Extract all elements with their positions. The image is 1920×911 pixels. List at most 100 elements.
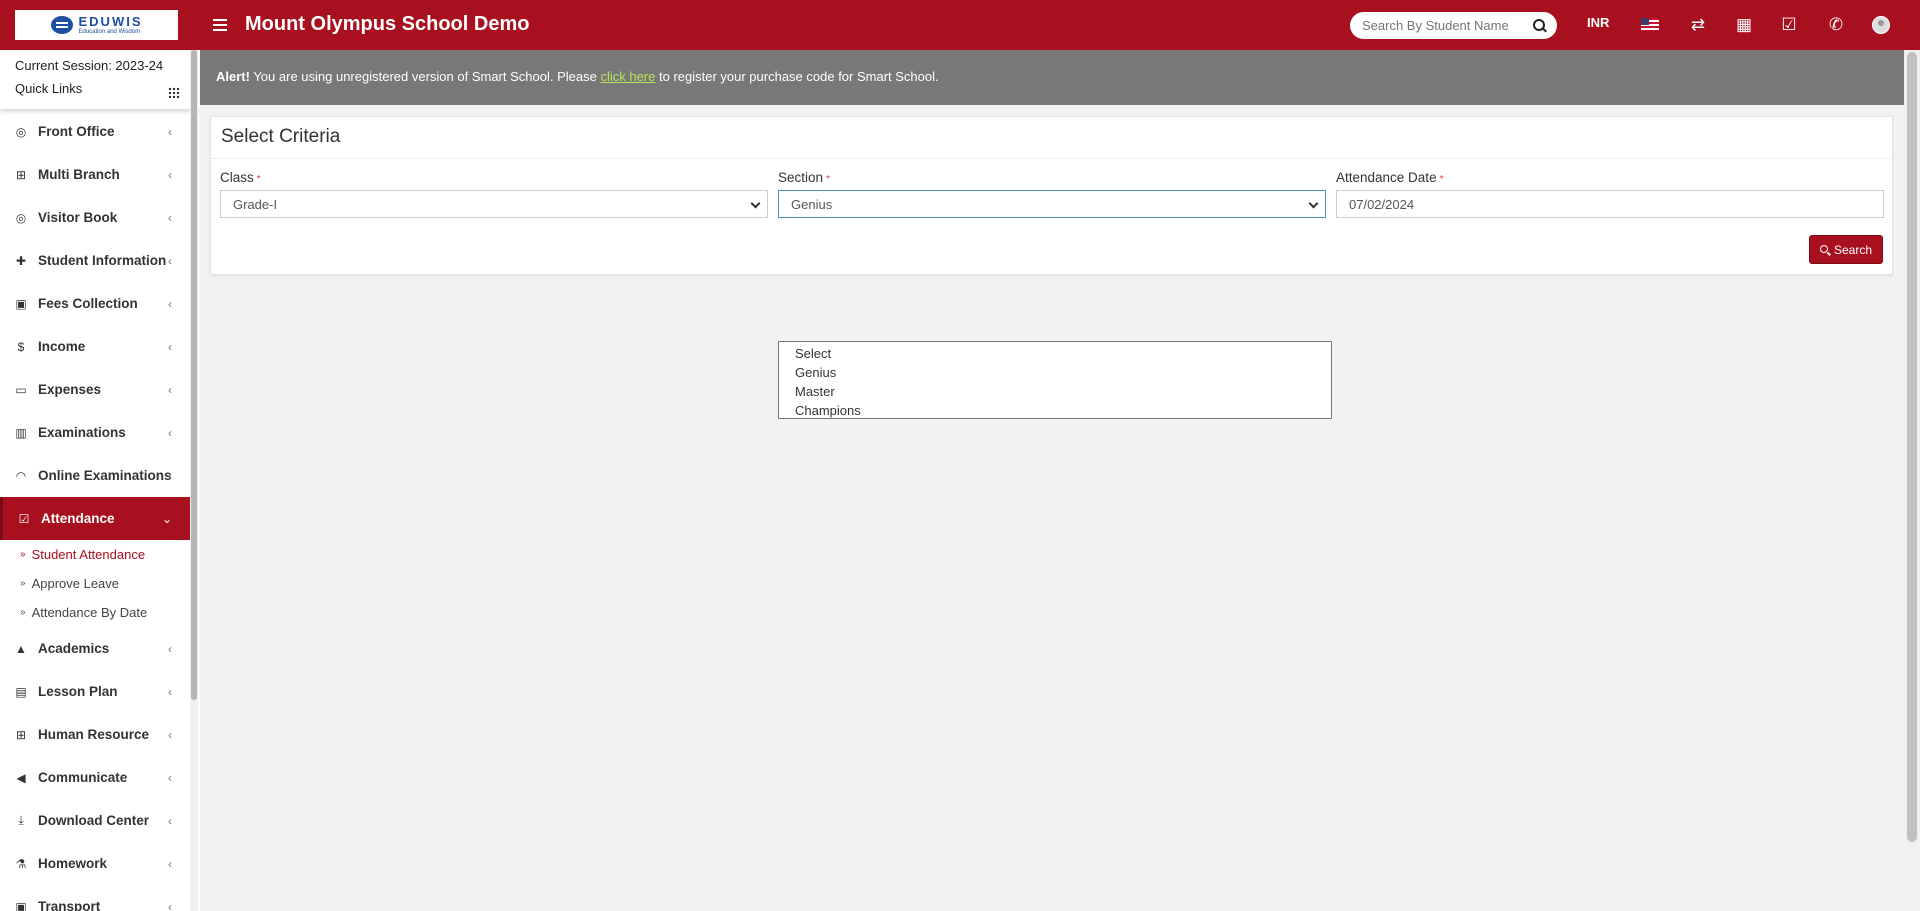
search-button[interactable]: Search bbox=[1808, 235, 1883, 264]
currency-selector[interactable]: INR bbox=[1587, 15, 1609, 30]
us-flag-icon[interactable] bbox=[1641, 18, 1659, 31]
chevron-left-icon: ‹ bbox=[168, 340, 172, 354]
menu-toggle-icon[interactable] bbox=[213, 19, 227, 31]
sidebar-item-transport[interactable]: ▣ Transport ‹ bbox=[0, 885, 190, 911]
attendance-date-field: Attendance Date * 07/02/2024 bbox=[1336, 170, 1884, 218]
chevron-left-icon: ‹ bbox=[168, 814, 172, 828]
section-dropdown-list: Select Genius Master Champions bbox=[778, 341, 1332, 419]
chevron-left-icon: ‹ bbox=[168, 168, 172, 182]
chevron-left-icon: ‹ bbox=[168, 211, 172, 225]
sidebar-item-fees-collection[interactable]: ▣ Fees Collection ‹ bbox=[0, 282, 190, 325]
credit-card-icon: ▭ bbox=[15, 382, 27, 397]
calendar-icon[interactable]: ▦ bbox=[1734, 15, 1754, 35]
switch-session-icon[interactable]: ⇄ bbox=[1688, 15, 1708, 35]
search-icon bbox=[1819, 244, 1830, 255]
sidebar-item-expenses[interactable]: ▭ Expenses ‹ bbox=[0, 368, 190, 411]
student-search-input[interactable] bbox=[1362, 18, 1532, 33]
section-option[interactable]: Champions bbox=[779, 401, 1331, 420]
list-alt-icon: ▤ bbox=[15, 684, 27, 699]
sidebar-item-homework[interactable]: ⚗ Homework ‹ bbox=[0, 842, 190, 885]
attendance-date-value: 07/02/2024 bbox=[1349, 196, 1415, 212]
sidebar-subitem-attendance-by-date[interactable]: » Attendance By Date bbox=[0, 598, 190, 627]
sidebar: Current Session: 2023-24 Quick Links ◎ F… bbox=[0, 50, 200, 911]
chevron-down-icon bbox=[1308, 198, 1319, 209]
chevron-down-icon: ⌄ bbox=[161, 512, 172, 526]
sidebar-item-visitor-book[interactable]: ◎ Visitor Book ‹ bbox=[0, 196, 190, 239]
logo-icon bbox=[50, 16, 73, 34]
top-header: EDUWIS Education and Wisdom Mount Olympu… bbox=[0, 0, 1920, 50]
grid-icon[interactable] bbox=[168, 87, 180, 99]
session-box: Current Session: 2023-24 Quick Links bbox=[0, 50, 200, 109]
bullhorn-icon: ◀ bbox=[16, 770, 26, 785]
sidebar-item-income[interactable]: $ Income ‹ bbox=[0, 325, 190, 368]
section-option[interactable]: Genius bbox=[779, 363, 1331, 382]
sidebar-item-label: Expenses bbox=[38, 382, 102, 397]
sidebar-item-label: Online Examinations bbox=[38, 468, 172, 483]
logo[interactable]: EDUWIS Education and Wisdom bbox=[15, 10, 178, 40]
bus-icon: ▣ bbox=[15, 899, 27, 911]
class-select-value: Grade-I bbox=[233, 196, 278, 212]
sidebar-item-label: Academics bbox=[38, 641, 110, 656]
alert-text-after: to register your purchase code for Smart… bbox=[655, 69, 939, 84]
search-button-label: Search bbox=[1833, 242, 1872, 257]
section-option[interactable]: Master bbox=[779, 382, 1331, 401]
sidebar-item-multi-branch[interactable]: ⊞ Multi Branch ‹ bbox=[0, 153, 190, 196]
class-select[interactable]: Grade-I bbox=[220, 190, 768, 218]
student-search bbox=[1350, 12, 1557, 39]
search-icon[interactable] bbox=[1532, 18, 1547, 34]
unregistered-alert: Alert! You are using unregistered versio… bbox=[200, 50, 1904, 105]
sidebar-item-student-information[interactable]: ✚ Student Information ‹ bbox=[0, 239, 190, 282]
sidebar-item-label: Visitor Book bbox=[38, 210, 118, 225]
quick-links-label[interactable]: Quick Links bbox=[15, 81, 185, 96]
sidebar-item-examinations[interactable]: ▥ Examinations ‹ bbox=[0, 411, 190, 454]
user-avatar[interactable] bbox=[1872, 16, 1890, 34]
logo-name: EDUWIS bbox=[78, 14, 143, 29]
sidebar-item-label: Communicate bbox=[38, 770, 128, 785]
section-label: Section * bbox=[778, 170, 830, 185]
sitemap-icon: ⊞ bbox=[15, 167, 27, 182]
page-scrollbar[interactable] bbox=[1904, 50, 1920, 911]
class-field: Class * Grade-I bbox=[220, 170, 768, 218]
sidebar-scrollbar[interactable] bbox=[190, 50, 198, 911]
rss-icon: ◠ bbox=[15, 468, 27, 483]
sidebar-item-label: Multi Branch bbox=[38, 167, 120, 182]
chevron-left-icon: ‹ bbox=[168, 383, 172, 397]
graduation-cap-icon: ▲ bbox=[15, 641, 27, 656]
chevron-left-icon: ‹ bbox=[168, 297, 172, 311]
chevron-down-icon bbox=[750, 198, 761, 209]
sidebar-item-lesson-plan[interactable]: ▤ Lesson Plan ‹ bbox=[0, 670, 190, 713]
attendance-date-input[interactable]: 07/02/2024 bbox=[1336, 190, 1884, 218]
sidebar-item-online-examinations[interactable]: ◠ Online Examinations ‹ bbox=[0, 454, 190, 497]
dollar-icon: $ bbox=[17, 339, 25, 354]
page-scrollbar-thumb[interactable] bbox=[1907, 52, 1917, 842]
whatsapp-icon[interactable]: ✆ bbox=[1826, 15, 1846, 35]
sidebar-item-label: Transport bbox=[38, 899, 101, 911]
sidebar-item-human-resource[interactable]: ⊞ Human Resource ‹ bbox=[0, 713, 190, 756]
section-select[interactable]: Genius bbox=[778, 190, 1326, 218]
sidebar-item-front-office[interactable]: ◎ Front Office ‹ bbox=[0, 110, 190, 153]
register-link[interactable]: click here bbox=[600, 69, 655, 84]
sidebar-item-attendance[interactable]: ☑ Attendance ⌄ bbox=[0, 497, 190, 540]
chevron-left-icon: ‹ bbox=[168, 254, 172, 268]
chevron-left-icon: ‹ bbox=[168, 728, 172, 742]
sidebar-subitem-approve-leave[interactable]: » Approve Leave bbox=[0, 569, 190, 598]
user-plus-icon: ✚ bbox=[15, 253, 27, 268]
sidebar-item-communicate[interactable]: ◀ Communicate ‹ bbox=[0, 756, 190, 799]
sitemap-icon: ⊞ bbox=[15, 727, 27, 742]
sidebar-item-label: Front Office bbox=[38, 124, 115, 139]
sidebar-scrollbar-thumb[interactable] bbox=[191, 50, 197, 700]
task-check-icon[interactable]: ☑ bbox=[1779, 15, 1799, 35]
chevron-left-icon: ‹ bbox=[168, 857, 172, 871]
sidebar-subitem-student-attendance[interactable]: » Student Attendance bbox=[0, 540, 190, 569]
sidebar-item-label: Income bbox=[38, 339, 86, 354]
calendar-check-icon: ☑ bbox=[18, 511, 30, 526]
double-chevron-icon: » bbox=[20, 607, 26, 618]
section-option[interactable]: Select bbox=[779, 344, 1331, 363]
sidebar-item-academics[interactable]: ▲ Academics ‹ bbox=[0, 627, 190, 670]
sidebar-subitem-label: Approve Leave bbox=[31, 576, 120, 591]
money-icon: ▣ bbox=[15, 296, 27, 311]
sidebar-item-download-center[interactable]: ⤓ Download Center ‹ bbox=[0, 799, 190, 842]
chevron-left-icon: ‹ bbox=[168, 642, 172, 656]
sidebar-item-label: Human Resource bbox=[38, 727, 150, 742]
chevron-left-icon: ‹ bbox=[168, 771, 172, 785]
